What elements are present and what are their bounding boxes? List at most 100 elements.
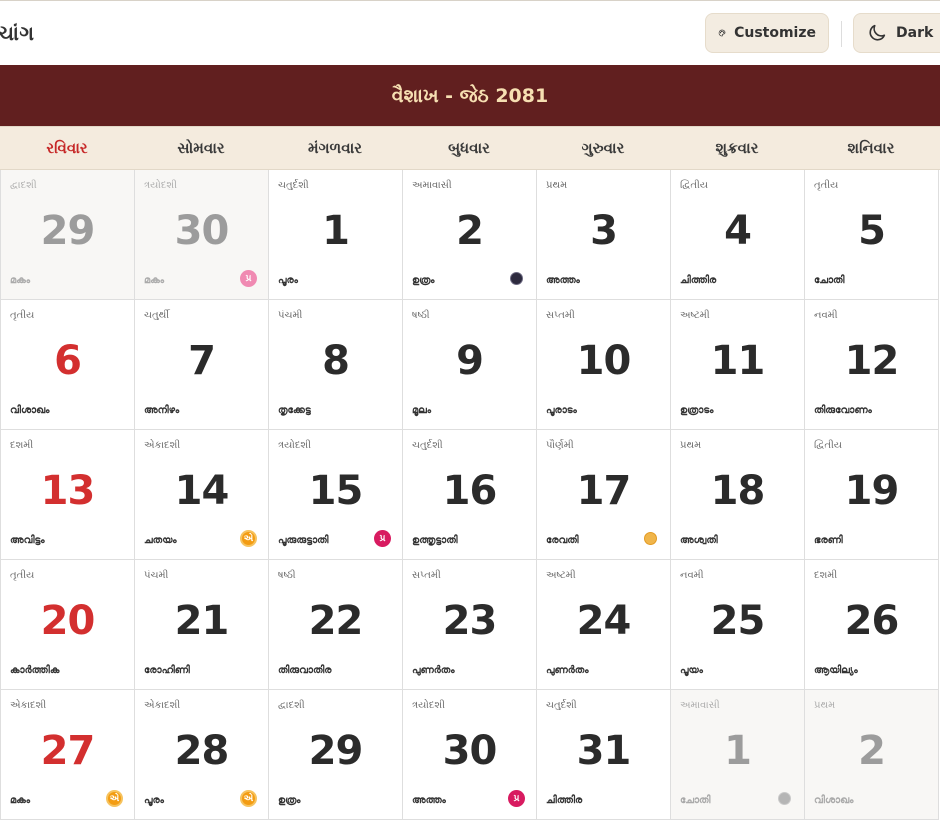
tithi-label: ત્રયોદશી xyxy=(412,700,445,711)
day-cell[interactable]: ષષ્ઠી 22 തിരുവാതിര xyxy=(269,560,403,690)
nakshatra-label: ഉത്രം xyxy=(278,795,301,806)
tithi-label: નવમી xyxy=(680,570,704,581)
day-cell[interactable]: ચતુર્દશી 1 പൂരം xyxy=(269,170,403,300)
nakshatra-label: പുണർതം xyxy=(546,665,589,676)
day-number: 5 xyxy=(858,208,886,254)
day-cell[interactable]: એકાદશી 27 മകം એ xyxy=(1,690,135,820)
tithi-label: તૃતીય xyxy=(814,180,839,191)
day-cell[interactable]: તૃતીય 5 ചോതി xyxy=(805,170,939,300)
weekday-label: મંગળવાર xyxy=(307,139,362,157)
day-cell[interactable]: પંચમી 8 തൃക്കേട്ട xyxy=(269,300,403,430)
day-cell[interactable]: ચતુર્દશી 16 ഉത്തൃട്ടാതി xyxy=(403,430,537,560)
nakshatra-label: മകം xyxy=(144,275,165,286)
day-number: 18 xyxy=(710,468,766,514)
day-cell[interactable]: અમાવાસી 1 ചോതി xyxy=(671,690,805,820)
day-number: 14 xyxy=(174,468,230,514)
nakshatra-label: പൂരാടം xyxy=(546,405,577,416)
tithi-label: પૌર્ણમી xyxy=(546,440,574,451)
full-moon-icon xyxy=(644,532,657,545)
day-number: 10 xyxy=(576,338,632,384)
day-cell[interactable]: દ્વિતીય 4 ചിത്തിര xyxy=(671,170,805,300)
day-number: 11 xyxy=(710,338,766,384)
day-cell[interactable]: દ્વિતીય 19 ഭരണി xyxy=(805,430,939,560)
day-number: 12 xyxy=(844,338,900,384)
day-cell[interactable]: તૃતીય 6 വിശാഖം xyxy=(1,300,135,430)
day-number: 1 xyxy=(724,728,752,774)
day-number: 29 xyxy=(308,728,364,774)
tithi-label: પ્રથમ xyxy=(680,440,702,451)
day-number: 2 xyxy=(456,208,484,254)
nakshatra-label: ഭരണി xyxy=(814,535,843,546)
day-cell[interactable]: નવમી 12 തിരുവോണം xyxy=(805,300,939,430)
app-brand[interactable]: ચાંગ xyxy=(0,21,35,45)
tithi-label: ષષ્ઠી xyxy=(278,570,296,581)
tithi-label: અમાવાસી xyxy=(680,700,720,711)
day-cell[interactable]: ચતુર્દશી 31 ചിത്തിര xyxy=(537,690,671,820)
tithi-label: દશમી xyxy=(10,440,34,451)
day-cell[interactable]: સપ્તમી 10 പൂരാടം xyxy=(537,300,671,430)
day-cell[interactable]: એકાદશી 14 ചതയം એ xyxy=(135,430,269,560)
day-number: 24 xyxy=(576,598,632,644)
day-number: 6 xyxy=(54,338,82,384)
tithi-label: ચતુર્દશી xyxy=(546,700,577,711)
day-number: 28 xyxy=(174,728,230,774)
tithi-label: ષષ્ઠી xyxy=(412,310,430,321)
moon-icon xyxy=(869,24,886,41)
nakshatra-label: പൂരുരുട്ടാതി xyxy=(278,535,329,546)
day-cell[interactable]: દશમી 13 അവിട്ടം xyxy=(1,430,135,560)
ekadashi-badge-icon: એ xyxy=(240,530,257,547)
day-cell[interactable]: નવમી 25 പൂയം xyxy=(671,560,805,690)
day-number: 21 xyxy=(174,598,230,644)
weekday-label: રવિવાર xyxy=(46,139,88,157)
day-cell[interactable]: પ્રથમ 2 വിശാഖം xyxy=(805,690,939,820)
ekadashi-badge-icon: એ xyxy=(240,790,257,807)
day-number: 13 xyxy=(40,468,96,514)
day-cell[interactable]: અષ્ટમી 11 ഉത്രാടം xyxy=(671,300,805,430)
tithi-label: ચતુર્દશી xyxy=(412,440,443,451)
weekday-label: ગુરુવાર xyxy=(581,139,625,157)
day-cell[interactable]: ત્રયોદશી 30 മകം પ્ર xyxy=(135,170,269,300)
dark-mode-button[interactable]: Dark xyxy=(853,13,940,53)
day-cell[interactable]: પ્રથમ 18 അശ്വതി xyxy=(671,430,805,560)
day-cell[interactable]: અષ્ટમી 24 പുണർതം xyxy=(537,560,671,690)
day-cell[interactable]: ત્રયોદશી 30 അത്തം પ્ર xyxy=(403,690,537,820)
nakshatra-label: ചിത്തിര xyxy=(546,795,583,806)
day-cell[interactable]: દશમી 26 ആയില്യം xyxy=(805,560,939,690)
tithi-label: નવમી xyxy=(814,310,838,321)
nakshatra-label: മകം xyxy=(10,275,31,286)
nakshatra-label: പുണർതം xyxy=(412,665,455,676)
nakshatra-label: രേവതി xyxy=(546,535,579,546)
nakshatra-label: കാർത്തിക xyxy=(10,665,60,676)
day-number: 26 xyxy=(844,598,900,644)
day-cell[interactable]: પૌર્ણમી 17 രേവതി xyxy=(537,430,671,560)
day-number: 23 xyxy=(442,598,498,644)
tithi-label: અષ્ટમી xyxy=(680,310,710,321)
tithi-label: એકાદશી xyxy=(144,700,181,711)
nakshatra-label: ആയില്യം xyxy=(814,665,858,676)
nakshatra-label: ചിത്തിര xyxy=(680,275,717,286)
dark-mode-label: Dark xyxy=(896,25,934,41)
day-cell[interactable]: એકાદશી 28 പൂരം એ xyxy=(135,690,269,820)
nakshatra-label: അത്തം xyxy=(546,275,580,286)
tithi-label: અષ્ટમી xyxy=(546,570,576,581)
tithi-label: દ્વાદશી xyxy=(10,180,37,191)
ekadashi-badge-icon: એ xyxy=(106,790,123,807)
nakshatra-label: വിശാഖം xyxy=(814,795,854,806)
day-cell[interactable]: પંચમી 21 രോഹിണി xyxy=(135,560,269,690)
day-cell[interactable]: સપ્તમી 23 പുണർതം xyxy=(403,560,537,690)
day-cell[interactable]: દ્વાદશી 29 ഉത്രം xyxy=(269,690,403,820)
day-cell[interactable]: ત્રયોદશી 15 പൂരുരുട്ടാതി પ્ર xyxy=(269,430,403,560)
day-cell[interactable]: અમાવાસી 2 ഉത്രം xyxy=(403,170,537,300)
pradosh-badge-icon: પ્ર xyxy=(240,270,257,287)
nakshatra-label: അത്തം xyxy=(412,795,446,806)
top-bar: ચાંગ Customize Dark xyxy=(0,0,940,65)
tithi-label: દ્વાદશી xyxy=(278,700,305,711)
day-cell[interactable]: ષષ્ઠી 9 മൂലം xyxy=(403,300,537,430)
customize-button[interactable]: Customize xyxy=(705,13,829,53)
day-cell[interactable]: તૃતીય 20 കാർത്തിക xyxy=(1,560,135,690)
customize-label: Customize xyxy=(734,25,816,41)
day-cell[interactable]: ચતુર્થી 7 അനിഴം xyxy=(135,300,269,430)
day-number: 30 xyxy=(442,728,498,774)
day-cell[interactable]: દ્વાદશી 29 മകം xyxy=(1,170,135,300)
day-cell[interactable]: પ્રથમ 3 അത്തം xyxy=(537,170,671,300)
